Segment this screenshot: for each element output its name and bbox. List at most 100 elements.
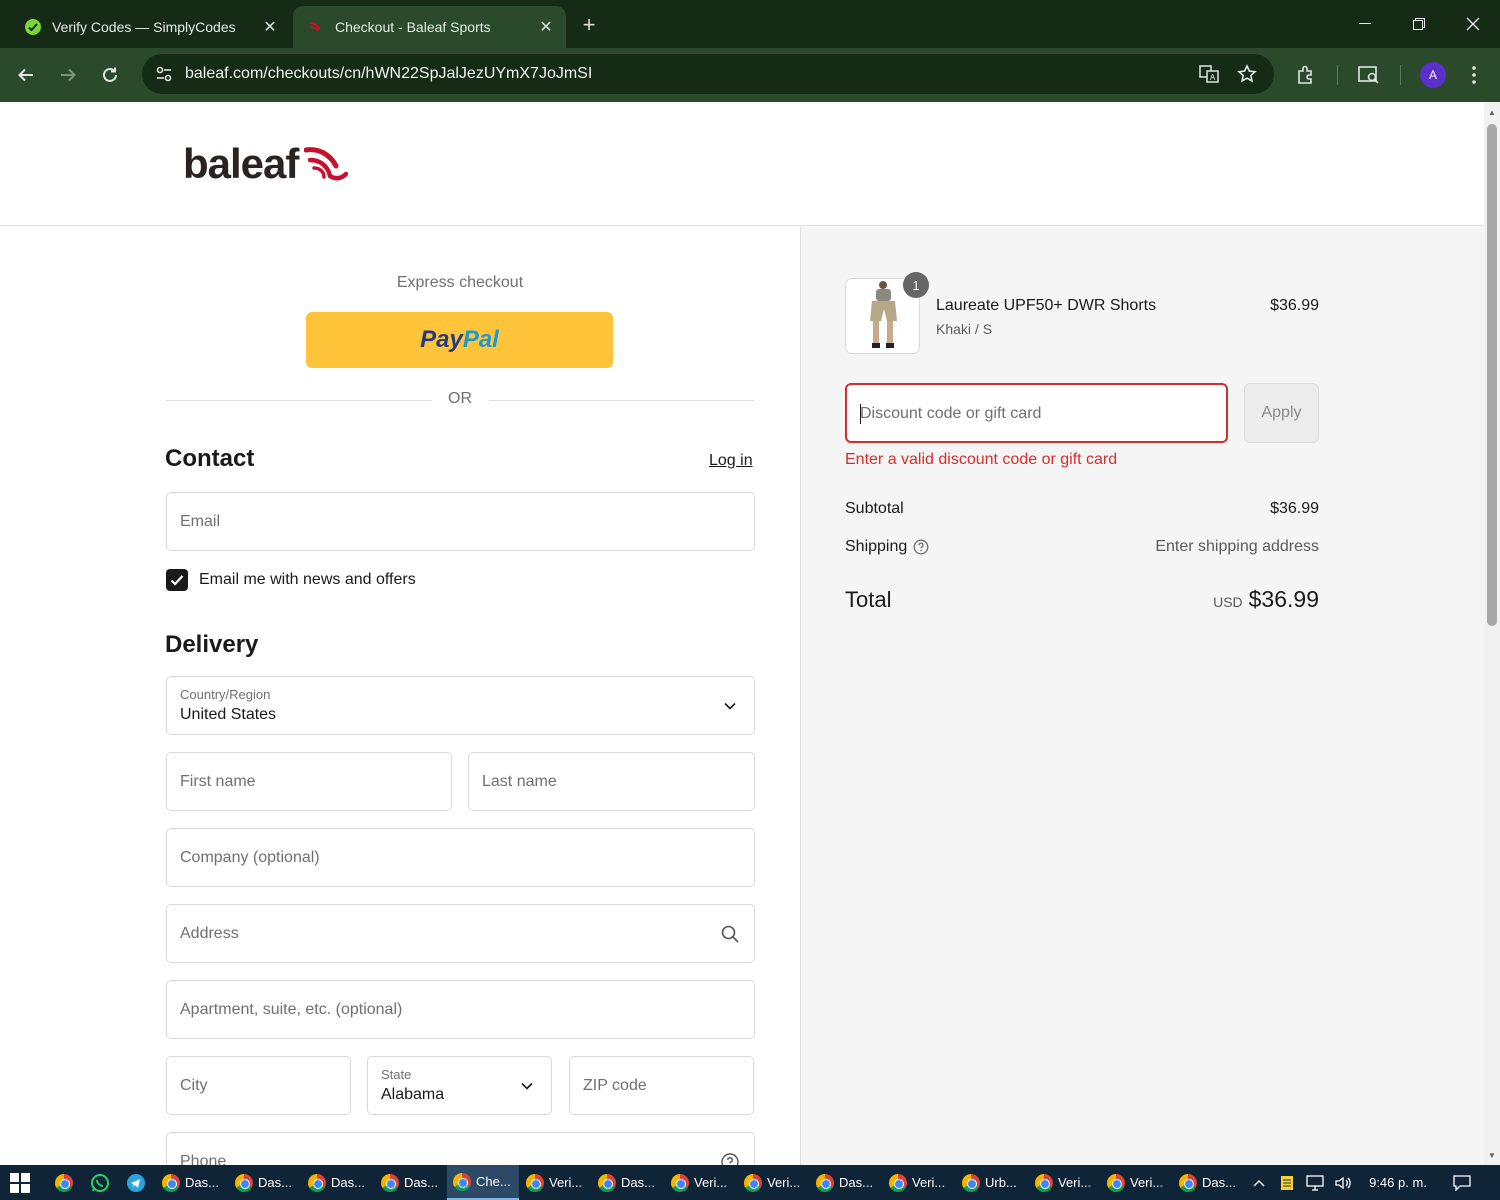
browser-chrome: Verify Codes — SimplyCodes ✕ Checkout - …: [0, 0, 1500, 102]
country-select[interactable]: Country/Region United States: [166, 676, 755, 735]
state-label: State: [381, 1067, 412, 1082]
taskbar-app-button[interactable]: Das...: [810, 1165, 882, 1200]
state-select[interactable]: State Alabama: [367, 1056, 552, 1115]
newsletter-checkbox[interactable]: [166, 569, 188, 591]
volume-icon[interactable]: [1332, 1165, 1354, 1200]
subtotal-label: Subtotal: [845, 500, 904, 517]
first-name-field[interactable]: First name: [166, 752, 452, 811]
close-window-icon[interactable]: [1446, 0, 1500, 48]
shipping-label: Shipping: [845, 538, 908, 555]
restore-icon[interactable]: [1392, 0, 1446, 48]
chrome-app-icon: [526, 1173, 544, 1192]
tab-verify-codes[interactable]: Verify Codes — SimplyCodes ✕: [10, 6, 290, 48]
taskbar-app-button[interactable]: Urb...: [956, 1165, 1028, 1200]
back-icon[interactable]: [10, 59, 42, 91]
translate-icon[interactable]: A: [1197, 62, 1221, 86]
tray-overflow-icon[interactable]: [1249, 1165, 1269, 1200]
email-field[interactable]: Email: [166, 492, 755, 551]
scroll-up-arrow-icon[interactable]: ▲: [1484, 104, 1500, 120]
profile-avatar[interactable]: A: [1420, 62, 1446, 88]
extensions-icon[interactable]: [1292, 61, 1320, 89]
windows-start-icon[interactable]: [10, 1173, 30, 1193]
taskbar-app-label: Urb...: [985, 1175, 1017, 1190]
tab-close-icon[interactable]: ✕: [256, 13, 284, 41]
login-link[interactable]: Log in: [709, 452, 753, 470]
shipping-row: Shipping Enter shipping address: [845, 538, 1319, 556]
taskbar-app-label: Veri...: [549, 1175, 583, 1190]
minimize-icon[interactable]: [1338, 0, 1392, 48]
chevron-down-icon: [517, 1076, 537, 1096]
company-field[interactable]: Company (optional): [166, 828, 755, 887]
taskbar-app-button[interactable]: Das...: [375, 1165, 446, 1200]
scroll-thumb[interactable]: [1487, 124, 1497, 626]
tab-close-icon[interactable]: ✕: [532, 13, 560, 41]
chrome-app-icon: [671, 1173, 689, 1192]
reload-icon[interactable]: [94, 59, 126, 91]
tab-search-icon[interactable]: [1355, 61, 1383, 89]
tab-checkout[interactable]: Checkout - Baleaf Sports ✕: [293, 6, 566, 48]
taskbar-app-button[interactable]: Veri...: [1101, 1165, 1172, 1200]
phone-field[interactable]: Phone: [166, 1132, 755, 1165]
forward-icon[interactable]: [52, 59, 84, 91]
taskbar-app-label: Das...: [621, 1175, 655, 1190]
network-icon[interactable]: [1304, 1165, 1326, 1200]
taskbar-app-button[interactable]: Veri...: [738, 1165, 809, 1200]
windows-taskbar: Das... Das... Das... Das... Che... Veri... Das…: [0, 1165, 1500, 1200]
scroll-down-arrow-icon[interactable]: ▼: [1484, 1147, 1500, 1163]
taskbar-app-button[interactable]: Das...: [156, 1165, 228, 1200]
last-name-field[interactable]: Last name: [468, 752, 755, 811]
system-clock[interactable]: 9:46 p. m.: [1362, 1165, 1434, 1200]
tab-title: Checkout - Baleaf Sports: [335, 19, 491, 35]
chrome-app-icon: [744, 1173, 762, 1192]
taskbar-app-button[interactable]: Che...: [447, 1165, 519, 1200]
taskbar-app-button[interactable]: Das...: [1173, 1165, 1243, 1200]
address-placeholder: Address: [180, 925, 239, 942]
help-circle-icon[interactable]: [913, 539, 929, 555]
product-name: Laureate UPF50+ DWR Shorts: [936, 297, 1157, 314]
subtotal-value: $36.99: [1270, 500, 1319, 517]
browser-toolbar: baleaf.com/checkouts/cn/hWN22SpJalJezUYm…: [0, 48, 1500, 102]
taskbar-app-button[interactable]: Das...: [302, 1165, 374, 1200]
simplycodes-favicon-icon: [24, 18, 42, 36]
taskbar-app-label: Veri...: [912, 1175, 946, 1190]
page-scrollbar[interactable]: ▲ ▼: [1484, 102, 1500, 1165]
whatsapp-icon[interactable]: [88, 1171, 112, 1195]
discount-code-input[interactable]: Discount code or gift card: [845, 383, 1228, 443]
help-circle-icon[interactable]: [720, 1152, 740, 1165]
apartment-field[interactable]: Apartment, suite, etc. (optional): [166, 980, 755, 1039]
notes-app-icon[interactable]: [1277, 1165, 1297, 1200]
country-value: United States: [180, 706, 277, 723]
apartment-placeholder: Apartment, suite, etc. (optional): [180, 1001, 403, 1018]
more-menu-icon[interactable]: [1460, 61, 1488, 89]
contact-heading: Contact: [165, 445, 255, 472]
address-field[interactable]: Address: [166, 904, 755, 963]
new-tab-icon[interactable]: +: [576, 12, 602, 38]
chrome-app-icon: [889, 1173, 907, 1192]
taskbar-app-button[interactable]: Veri...: [1029, 1165, 1100, 1200]
taskbar-app-button[interactable]: Veri...: [883, 1165, 955, 1200]
apply-button[interactable]: Apply: [1244, 383, 1319, 443]
url-text: baleaf.com/checkouts/cn/hWN22SpJalJezUYm…: [185, 65, 593, 82]
site-info-icon[interactable]: [150, 60, 178, 88]
taskbar-app-button[interactable]: Das...: [229, 1165, 301, 1200]
notifications-icon[interactable]: [1450, 1165, 1474, 1200]
telegram-icon[interactable]: [124, 1171, 148, 1195]
search-icon[interactable]: [720, 924, 740, 944]
chrome-app-icon: [1107, 1173, 1125, 1192]
taskbar-app-button[interactable]: Das...: [592, 1165, 664, 1200]
baleaf-favicon-icon: [307, 18, 325, 36]
paypal-button[interactable]: PayPal: [306, 312, 613, 368]
svg-text:A: A: [1210, 73, 1216, 82]
chrome-pinned-icon[interactable]: [52, 1171, 76, 1195]
quantity-badge: 1: [903, 272, 929, 298]
baleaf-logo[interactable]: baleaf: [183, 140, 349, 188]
taskbar-app-button[interactable]: Veri...: [520, 1165, 591, 1200]
address-bar[interactable]: baleaf.com/checkouts/cn/hWN22SpJalJezUYm…: [142, 54, 1274, 94]
bookmark-star-icon[interactable]: [1235, 62, 1259, 86]
chrome-app-icon: [235, 1173, 253, 1192]
taskbar-app-label: Veri...: [694, 1175, 728, 1190]
taskbar-app-button[interactable]: Veri...: [665, 1165, 737, 1200]
newsletter-checkbox-row[interactable]: Email me with news and offers: [166, 569, 416, 591]
city-field[interactable]: City: [166, 1056, 351, 1115]
zip-field[interactable]: ZIP code: [569, 1056, 754, 1115]
